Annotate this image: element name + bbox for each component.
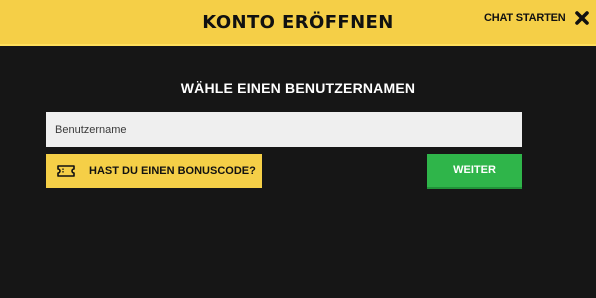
close-button[interactable] [573, 9, 591, 27]
username-input[interactable] [46, 112, 522, 147]
next-button[interactable]: WEITER [427, 154, 522, 189]
ticket-icon [57, 165, 75, 177]
modal-header: KONTO ERÖFFNEN CHAT STARTEN [0, 0, 596, 46]
start-chat-link[interactable]: CHAT STARTEN [484, 10, 566, 26]
close-icon [575, 11, 589, 25]
choose-username-heading: WÄHLE EINEN BENUTZERNAMEN [180, 80, 416, 96]
bonus-code-button[interactable]: HAST DU EINEN BONUSCODE? [46, 154, 262, 188]
create-account-modal: KONTO ERÖFFNEN CHAT STARTEN WÄHLE EINEN … [0, 0, 596, 298]
next-button-label: WEITER [453, 164, 496, 176]
bonus-code-label: HAST DU EINEN BONUSCODE? [89, 165, 256, 177]
